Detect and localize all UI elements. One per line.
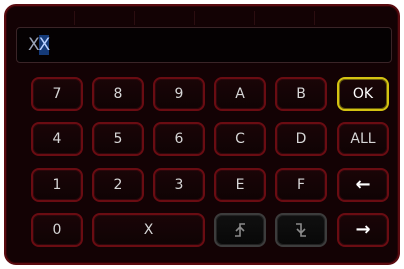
- key-d[interactable]: D: [275, 122, 327, 156]
- key-9[interactable]: 9: [153, 77, 205, 111]
- left-arrow-icon: ←: [355, 174, 371, 195]
- key-f[interactable]: F: [275, 168, 327, 202]
- key-e[interactable]: E: [214, 168, 266, 202]
- key-6[interactable]: 6: [153, 122, 205, 156]
- key-0[interactable]: 0: [31, 213, 83, 247]
- entry-text-selection: X: [38, 35, 50, 55]
- key-c[interactable]: C: [214, 122, 266, 156]
- entry-text-prefix: X: [28, 35, 40, 55]
- entry-text: XX: [28, 33, 50, 57]
- key-7[interactable]: 7: [31, 77, 83, 111]
- entry-field[interactable]: XX: [16, 27, 392, 63]
- key-2[interactable]: 2: [92, 168, 144, 202]
- key-4[interactable]: 4: [31, 122, 83, 156]
- fall-edge-icon: [296, 223, 306, 237]
- key-5[interactable]: 5: [92, 122, 144, 156]
- right-arrow-icon: →: [355, 219, 371, 240]
- panel-top-decoration: [16, 11, 400, 25]
- key-1[interactable]: 1: [31, 168, 83, 202]
- forward-button[interactable]: →: [337, 213, 389, 247]
- raise-edge-icon: [235, 223, 245, 237]
- key-x[interactable]: X: [92, 213, 205, 247]
- fall-edge-button[interactable]: [275, 213, 327, 247]
- backspace-button[interactable]: ←: [337, 168, 389, 202]
- key-b[interactable]: B: [275, 77, 327, 111]
- key-3[interactable]: 3: [153, 168, 205, 202]
- key-a[interactable]: A: [214, 77, 266, 111]
- raise-edge-button[interactable]: [214, 213, 266, 247]
- key-8[interactable]: 8: [92, 77, 144, 111]
- select-all-button[interactable]: ALL: [337, 122, 389, 156]
- ok-button[interactable]: OK: [337, 77, 389, 111]
